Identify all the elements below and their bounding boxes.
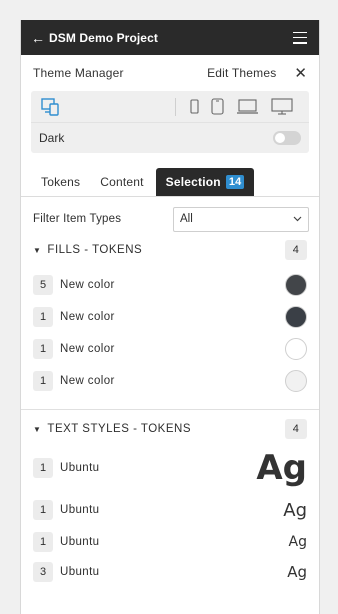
usage-count: 1 (33, 371, 53, 391)
selection-count-badge: 14 (225, 175, 245, 189)
fills-section-header[interactable]: ▼ FILLS - TOKENS 4 (21, 239, 319, 261)
list-item[interactable]: 1 Ubuntu Ag (21, 445, 319, 491)
dark-mode-toggle[interactable] (273, 131, 301, 145)
usage-count: 1 (33, 339, 53, 359)
dark-mode-label: Dark (39, 131, 65, 145)
item-name: Ubuntu (60, 566, 100, 578)
item-name: Ubuntu (60, 536, 100, 548)
text-style-sample: Ag (256, 448, 307, 488)
color-swatch (285, 370, 307, 392)
close-icon[interactable]: ✕ (294, 66, 307, 81)
filter-value: All (180, 213, 193, 225)
list-item[interactable]: 1 New color (21, 301, 319, 333)
usage-count: 5 (33, 275, 53, 295)
filter-row: Filter Item Types All (21, 206, 319, 232)
color-swatch (285, 306, 307, 328)
usage-count: 1 (33, 458, 53, 478)
list-item[interactable]: 5 New color (21, 269, 319, 301)
theme-manager-panel: ← DSM Demo Project Theme Manager Edit Th… (20, 20, 320, 614)
fills-section-title: FILLS - TOKENS (47, 244, 143, 256)
item-name: New color (60, 375, 115, 387)
chevron-down-icon (293, 214, 302, 225)
text-styles-section-title: TEXT STYLES - TOKENS (47, 423, 191, 435)
text-style-sample: Ag (283, 499, 307, 521)
usage-count: 1 (33, 532, 53, 552)
usage-count: 3 (33, 562, 53, 582)
section-divider (21, 409, 319, 410)
theme-manager-row: Theme Manager Edit Themes ✕ (21, 55, 319, 91)
list-item[interactable]: 1 Ubuntu Ag (21, 529, 319, 555)
list-item[interactable]: 1 New color (21, 365, 319, 397)
item-name: Ubuntu (60, 504, 100, 516)
item-name: New color (60, 311, 115, 323)
list-item[interactable]: 1 New color (21, 333, 319, 365)
caret-down-icon: ▼ (33, 245, 42, 255)
item-name: Ubuntu (60, 462, 100, 474)
desktop-icon[interactable] (271, 98, 293, 115)
tab-bar: Tokens Content Selection 14 (21, 168, 319, 197)
item-name: New color (60, 279, 115, 291)
divider (175, 97, 176, 116)
responsive-icon[interactable] (41, 97, 63, 117)
color-swatch (285, 338, 307, 360)
caret-down-icon: ▼ (33, 424, 42, 434)
usage-count: 1 (33, 307, 53, 327)
device-selector (31, 91, 309, 123)
project-title: DSM Demo Project (49, 30, 158, 45)
laptop-icon[interactable] (236, 99, 259, 114)
edit-themes-button[interactable]: Edit Themes (207, 66, 276, 80)
phone-icon[interactable] (211, 98, 224, 115)
tab-selection[interactable]: Selection 14 (155, 168, 255, 196)
arrow-left-icon[interactable]: ← (31, 31, 47, 45)
item-name: New color (60, 343, 115, 355)
filter-select[interactable]: All (173, 206, 309, 232)
filter-label: Filter Item Types (33, 213, 122, 225)
text-styles-count: 4 (285, 419, 307, 439)
color-swatch (285, 274, 307, 296)
text-style-sample: Ag (287, 563, 307, 581)
usage-count: 1 (33, 500, 53, 520)
theme-manager-label: Theme Manager (33, 66, 124, 80)
text-styles-section-header[interactable]: ▼ TEXT STYLES - TOKENS 4 (21, 418, 319, 440)
tab-content[interactable]: Content (90, 168, 153, 196)
tab-selection-label: Selection (165, 175, 221, 189)
list-item[interactable]: 3 Ubuntu Ag (21, 555, 319, 589)
fills-count: 4 (285, 240, 307, 260)
list-item[interactable]: 1 Ubuntu Ag (21, 491, 319, 529)
text-style-sample: Ag (288, 534, 307, 550)
phone-small-icon[interactable] (190, 99, 199, 114)
dark-mode-row: Dark (31, 123, 309, 153)
tab-tokens[interactable]: Tokens (31, 168, 90, 196)
header-bar: ← DSM Demo Project (21, 20, 319, 55)
hamburger-icon[interactable] (293, 31, 307, 44)
